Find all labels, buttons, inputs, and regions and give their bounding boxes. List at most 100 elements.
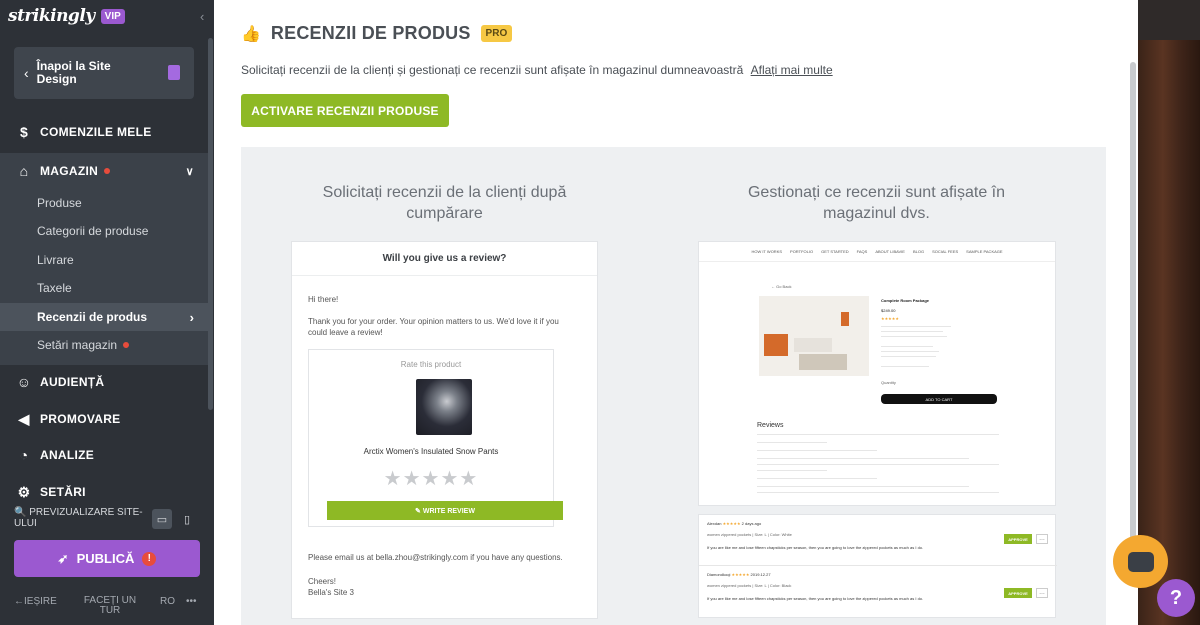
exit-link[interactable]: ← IEȘIRE — [14, 596, 57, 607]
sub-label: Taxele — [37, 281, 72, 295]
background-toolbar-strip — [1138, 0, 1200, 40]
email-heading: Will you give us a review? — [292, 242, 597, 276]
store-nav: HOW IT WORKS PORTFOLIO GET STARTED FAQS … — [699, 242, 1055, 262]
chart-pie-icon: ◔ — [19, 447, 29, 463]
review-variant: women zippered pockets | Size: L | Color… — [707, 532, 792, 537]
sub-label: Recenzii de produs — [37, 310, 148, 324]
room-image — [759, 296, 869, 376]
review-text: If you are like me and lose fifteen chap… — [707, 596, 924, 601]
more-icon[interactable]: ••• — [186, 596, 197, 607]
store-page-preview: HOW IT WORKS PORTFOLIO GET STARTED FAQS … — [698, 241, 1056, 506]
publish-button[interactable]: ➶ PUBLICĂ ! — [14, 540, 200, 577]
nav-store[interactable]: ⌂ MAGAZIN ∨ — [0, 153, 208, 189]
back-button-label: Înapoi la Site Design — [36, 59, 111, 86]
document-icon — [168, 65, 180, 80]
review-email-preview: Will you give us a review? Hi there! Tha… — [291, 241, 598, 619]
mobile-icon[interactable]: ▯ — [177, 509, 197, 529]
sub-label: Produse — [37, 196, 82, 210]
more-options-icon: … — [1036, 588, 1048, 598]
help-button[interactable]: ? — [1157, 579, 1195, 617]
gear-icon: ⚙ — [17, 483, 31, 500]
store-product-title: Complete Room Package — [881, 298, 930, 303]
logo[interactable]: strikingly — [8, 6, 95, 26]
nav-label: ANALIZE — [40, 448, 95, 462]
sub-label: Categorii de produse — [37, 224, 149, 238]
notification-dot — [123, 342, 130, 348]
desktop-icon[interactable]: ▭ — [152, 509, 172, 529]
chat-bubble-icon — [1127, 551, 1154, 572]
review-author: Alexdan ★★★★★ 2 days ago — [707, 521, 762, 526]
vip-badge: VIP — [100, 8, 125, 24]
rocket-icon: ➶ — [57, 550, 69, 566]
activate-reviews-button[interactable]: ACTIVARE RECENZII PRODUSE — [241, 94, 449, 127]
product-name: Arctix Women's Insulated Snow Pants — [363, 447, 499, 456]
email-signature: Bella's Site 3 — [308, 588, 354, 597]
main-content: 👍 RECENZII DE PRODUS PRO Solicitați rece… — [214, 0, 1138, 625]
tour-link[interactable]: FACEȚI UN TUR — [82, 596, 138, 616]
sub-label: Livrare — [37, 253, 74, 267]
chevron-left-icon: ‹ — [24, 65, 29, 81]
feature-preview-panel: Solicitați recenzii de la clienți după c… — [241, 147, 1106, 625]
language-selector[interactable]: RO — [160, 596, 175, 607]
nav-analytics[interactable]: ◔ ANALIZE — [0, 437, 208, 473]
dollar-circle-icon: $ — [19, 124, 29, 140]
sidebar-scrollbar[interactable] — [208, 38, 213, 410]
sub-item-store-settings[interactable]: Setări magazin — [0, 331, 208, 359]
store-back-link: ← Go Back — [771, 284, 792, 289]
back-to-site-design-button[interactable]: ‹ Înapoi la Site Design — [14, 47, 194, 99]
left-feature-title: Solicitați recenzii de la clienți după c… — [322, 184, 567, 222]
review-moderation-preview: Alexdan ★★★★★ 2 days ago women zippered … — [698, 514, 1057, 618]
product-image — [416, 379, 472, 435]
email-body: Thank you for your order. Your opinion m… — [308, 317, 559, 337]
page-title: RECENZII DE PRODUS — [270, 23, 471, 43]
add-to-cart-button: ADD TO CART — [881, 394, 997, 404]
nav-label: MAGAZIN — [40, 164, 99, 178]
sub-label: Setări magazin — [37, 338, 118, 352]
approve-button: APPROVE — [1004, 534, 1032, 544]
review-variant: women zippered pockets | Size: L | Color… — [707, 583, 792, 588]
nav-label: PROMOVARE — [40, 412, 121, 426]
nav-promotion[interactable]: ◀ PROMOVARE — [0, 401, 208, 437]
nav-orders[interactable]: $ COMENZILE MELE — [0, 114, 208, 150]
chevron-right-icon: › — [189, 309, 194, 325]
rate-product-box: Rate this product Arctix Women's Insulat… — [308, 349, 563, 527]
right-feature-title: Gestionați ce recenzii sunt afișate în m… — [747, 184, 1006, 222]
sidebar: strikingly VIP ‹ ‹ Înapoi la Site Design… — [0, 0, 214, 625]
star-rating: ★★★★★ — [383, 468, 479, 490]
chat-button[interactable] — [1113, 535, 1168, 588]
sub-item-product-reviews[interactable]: Recenzii de produs › — [0, 303, 208, 331]
brand: strikingly VIP — [8, 6, 125, 26]
question-icon: ? — [1169, 586, 1183, 609]
store-product-price: $249.00 — [881, 308, 896, 313]
approve-button: APPROVE — [1004, 588, 1032, 598]
store-rating-stars: ★★★★★ — [881, 316, 899, 321]
write-review-button: ✎ WRITE REVIEW — [327, 501, 563, 520]
thumbs-up-icon: 👍 — [241, 25, 261, 43]
sub-item-categories[interactable]: Categorii de produse — [0, 217, 208, 245]
sidebar-footer: ← IEȘIRE FACEȚI UN TUR RO ••• — [0, 596, 214, 620]
page-description: Solicitați recenzii de la clienți și ges… — [241, 63, 833, 77]
notification-dot — [104, 168, 111, 174]
store-reviews-title: Reviews — [757, 422, 784, 429]
email-cheers: Cheers! — [308, 577, 337, 586]
nav-label: COMENZILE MELE — [40, 125, 152, 139]
megaphone-icon: ◀ — [18, 410, 30, 427]
nav-audience[interactable]: ☺ AUDIENȚĂ — [0, 364, 208, 400]
sub-item-shipping[interactable]: Livrare — [0, 246, 208, 274]
alert-icon: ! — [142, 551, 157, 566]
review-author: Diamondkoqi ★★★★★ 2019.12.27 — [707, 572, 771, 577]
rate-label: Rate this product — [400, 360, 462, 369]
learn-more-link[interactable]: Aflați mai multe — [751, 63, 833, 77]
chevron-down-icon: ∨ — [185, 165, 194, 178]
sub-item-products[interactable]: Produse — [0, 189, 208, 217]
pro-badge: PRO — [480, 25, 513, 42]
store-submenu: Produse Categorii de produse Livrare Tax… — [0, 189, 208, 365]
nav-label: SETĂRI — [40, 485, 86, 499]
background-page-strip — [1138, 0, 1200, 625]
store-quantity-label: Quantity — [881, 380, 896, 385]
sub-item-taxes[interactable]: Taxele — [0, 274, 208, 302]
collapse-sidebar-icon[interactable]: ‹ — [200, 9, 204, 24]
preview-label: 🔍 PREVIZUALIZARE SITE-ULUI — [14, 507, 143, 529]
email-footer: Please email us at bella.zhou@strikingly… — [308, 553, 563, 562]
main-scrollbar[interactable] — [1130, 62, 1136, 540]
